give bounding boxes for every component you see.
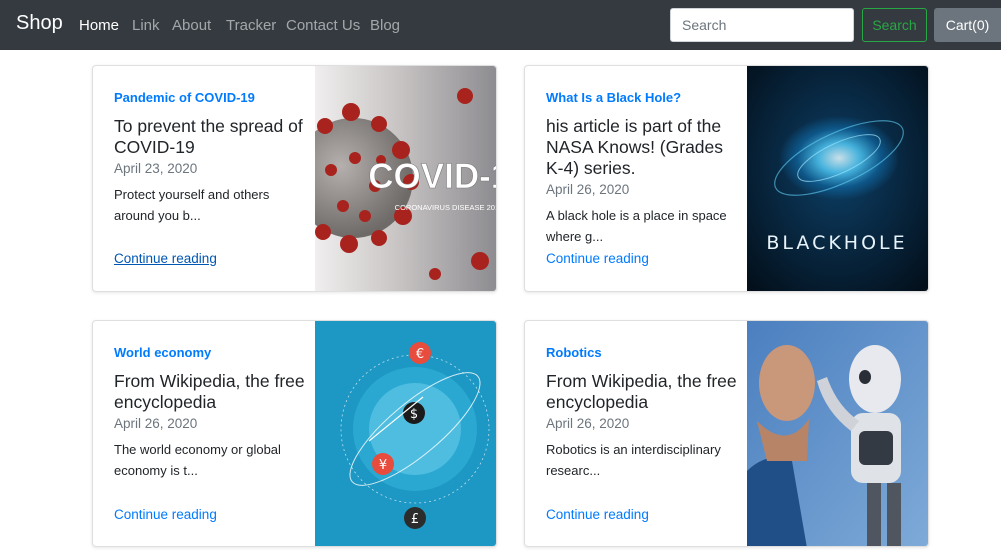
nav-link-tracker[interactable]: Tracker	[226, 17, 276, 34]
card-excerpt: Protect yourself and others around you b…	[114, 187, 270, 223]
search-input[interactable]	[670, 8, 854, 42]
card-date: April 23, 2020	[114, 161, 198, 176]
navbar: Shop Home Link About Tracker Contact Us …	[0, 0, 1001, 50]
card-date: April 26, 2020	[546, 416, 630, 431]
nav-link-about[interactable]: About	[172, 17, 211, 34]
search-button[interactable]: Search	[862, 8, 927, 42]
robotics-thumbnail	[747, 321, 928, 546]
blog-card-world-economy: World economy From Wikipedia, the free e…	[92, 320, 497, 547]
card-title: To prevent the spread of COVID-19	[114, 116, 303, 157]
robot-head	[849, 345, 901, 413]
black-hole-thumbnail: BLACKHOLE	[747, 66, 928, 291]
card-category: Robotics	[546, 345, 602, 360]
nav-link-blog[interactable]: Blog	[370, 17, 400, 34]
world-economy-thumbnail: € $ ¥ £	[315, 321, 496, 546]
card-body: World economy From Wikipedia, the free e…	[114, 345, 309, 481]
continue-reading-link[interactable]: Continue reading	[546, 251, 649, 266]
blog-card-black-hole: What Is a Black Hole? his article is par…	[524, 65, 929, 292]
human-head	[759, 345, 815, 421]
continue-reading-link[interactable]: Continue reading	[114, 251, 217, 266]
continue-reading-link[interactable]: Continue reading	[114, 507, 217, 522]
blog-card-robotics: Robotics From Wikipedia, the free encycl…	[524, 320, 929, 547]
svg-text:€: €	[416, 347, 424, 362]
card-title: From Wikipedia, the free encyclopedia	[546, 371, 737, 412]
cart-button[interactable]: Cart(0)	[934, 8, 1001, 42]
covid-thumbnail: COVID-19 CORONAVIRUS DISEASE 2019	[315, 66, 496, 291]
card-category: Pandemic of COVID-19	[114, 90, 255, 105]
blog-card-covid: Pandemic of COVID-19 To prevent the spre…	[92, 65, 497, 292]
card-excerpt: Robotics is an interdisciplinary researc…	[546, 442, 721, 478]
covid-image-subtitle: CORONAVIRUS DISEASE 2019	[395, 203, 496, 212]
card-category: World economy	[114, 345, 212, 360]
card-excerpt: The world economy or global economy is t…	[114, 442, 281, 478]
nav-link-link[interactable]: Link	[132, 17, 160, 34]
black-hole-image-title: BLACKHOLE	[766, 232, 907, 254]
svg-text:$: $	[410, 407, 418, 422]
card-date: April 26, 2020	[114, 416, 198, 431]
card-title: his article is part of the NASA Knows! (…	[546, 116, 724, 178]
black-hole-glow	[779, 116, 899, 200]
continue-reading-link[interactable]: Continue reading	[546, 507, 649, 522]
card-body: Pandemic of COVID-19 To prevent the spre…	[114, 90, 309, 226]
brand-logo[interactable]: Shop	[16, 12, 63, 35]
svg-text:¥: ¥	[379, 458, 387, 473]
card-body: What Is a Black Hole? his article is par…	[546, 90, 741, 247]
svg-text:£: £	[411, 512, 419, 527]
card-date: April 26, 2020	[546, 182, 630, 197]
card-excerpt: A black hole is a place in space where g…	[546, 208, 727, 244]
card-title: From Wikipedia, the free encyclopedia	[114, 371, 305, 412]
card-body: Robotics From Wikipedia, the free encycl…	[546, 345, 741, 481]
card-category: What Is a Black Hole?	[546, 90, 682, 105]
nav-link-home[interactable]: Home	[79, 17, 119, 34]
nav-link-contact-us[interactable]: Contact Us	[286, 17, 360, 34]
covid-image-title: COVID-19	[368, 157, 496, 196]
